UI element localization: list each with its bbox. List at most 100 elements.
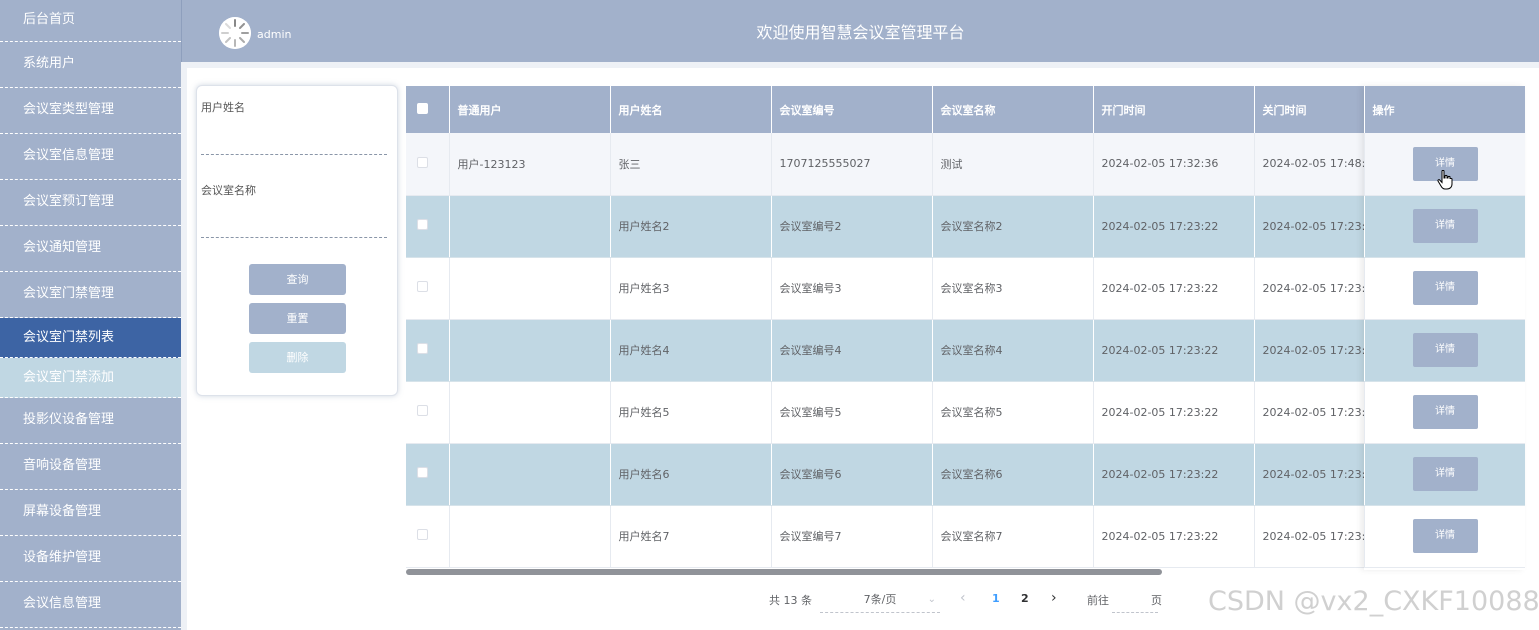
cell-open-time: 2024-02-05 17:32:36 bbox=[1093, 133, 1255, 196]
cell-user: 用户-123123 bbox=[449, 133, 611, 196]
cell-code: 会议室编号2 bbox=[771, 195, 933, 258]
cell-open-time: 2024-02-05 17:23:22 bbox=[1093, 381, 1255, 444]
sidebar-item-meeting-info[interactable]: 会议信息管理 bbox=[0, 582, 181, 628]
data-table: 普通用户 用户姓名 会议室编号 会议室名称 开门时间 关门时间 操作 用户-12… bbox=[406, 86, 1525, 570]
table-row[interactable]: 用户姓名2 会议室编号2 会议室名称2 2024-02-05 17:23:22 … bbox=[406, 195, 1525, 258]
cell-code: 会议室编号6 bbox=[771, 443, 933, 506]
row-checkbox[interactable] bbox=[417, 219, 428, 230]
cell-close-time: 2024-02-05 17:48:4 bbox=[1254, 133, 1365, 196]
horizontal-scrollbar[interactable] bbox=[406, 569, 1162, 575]
sidebar-item-screen[interactable]: 屏幕设备管理 bbox=[0, 490, 181, 536]
table-header-row: 普通用户 用户姓名 会议室编号 会议室名称 开门时间 关门时间 操作 bbox=[406, 86, 1525, 133]
table-row[interactable]: 用户姓名5 会议室编号5 会议室名称5 2024-02-05 17:23:22 … bbox=[406, 381, 1525, 444]
next-page-icon[interactable]: › bbox=[1051, 590, 1057, 606]
cell-user bbox=[449, 381, 611, 444]
cell-code: 1707125555027 bbox=[771, 133, 933, 196]
cell-room: 会议室名称6 bbox=[932, 443, 1094, 506]
cell-close-time: 2024-02-05 17:23:2 bbox=[1254, 319, 1365, 382]
hand-cursor-icon bbox=[1437, 170, 1453, 190]
sidebar-item-system-users[interactable]: 系统用户 bbox=[0, 42, 181, 88]
table-row[interactable]: 用户-123123 张三 1707125555027 测试 2024-02-05… bbox=[406, 133, 1525, 196]
row-checkbox[interactable] bbox=[417, 467, 428, 478]
table-row[interactable]: 用户姓名4 会议室编号4 会议室名称4 2024-02-05 17:23:22 … bbox=[406, 319, 1525, 382]
column-header: 操作 bbox=[1364, 86, 1525, 133]
table-row[interactable]: 用户姓名6 会议室编号6 会议室名称6 2024-02-05 17:23:22 … bbox=[406, 443, 1525, 506]
page-number-2[interactable]: 2 bbox=[1021, 592, 1029, 605]
cell-room: 会议室名称5 bbox=[932, 381, 1094, 444]
column-header[interactable]: 普通用户 bbox=[449, 86, 611, 133]
room-name-label: 会议室名称 bbox=[201, 184, 256, 197]
sidebar-item-room-info[interactable]: 会议室信息管理 bbox=[0, 134, 181, 180]
row-checkbox-cell[interactable] bbox=[406, 319, 450, 382]
sidebar-item-home[interactable]: 后台首页 bbox=[0, 0, 181, 42]
sidebar-item-access-control[interactable]: 会议室门禁管理 bbox=[0, 272, 181, 318]
column-header[interactable]: 用户姓名 bbox=[610, 86, 772, 133]
cell-room: 会议室名称3 bbox=[932, 257, 1094, 320]
column-header[interactable]: 会议室名称 bbox=[932, 86, 1094, 133]
column-header[interactable]: 关门时间 bbox=[1254, 86, 1365, 133]
detail-button[interactable]: 详情 bbox=[1412, 209, 1478, 243]
detail-button[interactable]: 详情 bbox=[1412, 395, 1478, 429]
cell-user bbox=[449, 257, 611, 320]
row-checkbox-cell[interactable] bbox=[406, 443, 450, 506]
sidebar-item-maintenance[interactable]: 设备维护管理 bbox=[0, 536, 181, 582]
cell-open-time: 2024-02-05 17:23:22 bbox=[1093, 505, 1255, 568]
row-checkbox-cell[interactable] bbox=[406, 505, 450, 568]
page-size-select[interactable]: 7条/页 ⌄ bbox=[820, 589, 940, 613]
header: admin 欢迎使用智慧会议室管理平台 bbox=[181, 0, 1539, 62]
row-checkbox-cell[interactable] bbox=[406, 195, 450, 258]
detail-button[interactable]: 详情 bbox=[1412, 519, 1478, 553]
sidebar-item-meeting-notice[interactable]: 会议通知管理 bbox=[0, 226, 181, 272]
sidebar-item-room-type[interactable]: 会议室类型管理 bbox=[0, 88, 181, 134]
sidebar-item-access-list[interactable]: 会议室门禁列表 bbox=[0, 318, 181, 358]
cell-user bbox=[449, 319, 611, 382]
column-header[interactable]: 会议室编号 bbox=[771, 86, 933, 133]
row-checkbox-cell[interactable] bbox=[406, 133, 450, 196]
row-checkbox[interactable] bbox=[417, 281, 428, 292]
cell-code: 会议室编号5 bbox=[771, 381, 933, 444]
sidebar-item-audio[interactable]: 音响设备管理 bbox=[0, 444, 181, 490]
cell-action: 详情 bbox=[1364, 381, 1525, 444]
row-checkbox-cell[interactable] bbox=[406, 381, 450, 444]
cell-close-time: 2024-02-05 17:23:2 bbox=[1254, 443, 1365, 506]
user-name-input[interactable] bbox=[201, 127, 387, 155]
cell-name: 用户姓名5 bbox=[610, 381, 772, 444]
select-all-checkbox[interactable] bbox=[417, 102, 428, 114]
row-checkbox-cell[interactable] bbox=[406, 257, 450, 320]
sidebar-item-room-booking[interactable]: 会议室预订管理 bbox=[0, 180, 181, 226]
detail-button[interactable]: 详情 bbox=[1412, 271, 1478, 305]
cell-close-time: 2024-02-05 17:23:2 bbox=[1254, 257, 1365, 320]
search-panel: 用户姓名 会议室名称 查询 重置 删除 bbox=[196, 85, 398, 396]
cell-action: 详情 bbox=[1364, 443, 1525, 506]
table-row[interactable]: 用户姓名7 会议室编号7 会议室名称7 2024-02-05 17:23:22 … bbox=[406, 505, 1525, 568]
row-checkbox[interactable] bbox=[417, 405, 428, 416]
row-checkbox[interactable] bbox=[417, 343, 428, 354]
delete-button[interactable]: 删除 bbox=[249, 342, 346, 373]
table-row[interactable]: 用户姓名3 会议室编号3 会议室名称3 2024-02-05 17:23:22 … bbox=[406, 257, 1525, 320]
reset-button[interactable]: 重置 bbox=[249, 303, 346, 334]
row-checkbox[interactable] bbox=[417, 156, 428, 168]
prev-page-icon[interactable]: ‹ bbox=[960, 590, 966, 606]
query-button[interactable]: 查询 bbox=[249, 264, 346, 295]
sidebar-item-access-add[interactable]: 会议室门禁添加 bbox=[0, 358, 181, 398]
cell-room: 会议室名称4 bbox=[932, 319, 1094, 382]
room-name-input[interactable] bbox=[201, 210, 387, 238]
page-title: 欢迎使用智慧会议室管理平台 bbox=[756, 23, 965, 42]
cell-name: 用户姓名7 bbox=[610, 505, 772, 568]
detail-button[interactable]: 详情 bbox=[1412, 333, 1478, 367]
cell-name: 用户姓名6 bbox=[610, 443, 772, 506]
cell-open-time: 2024-02-05 17:23:22 bbox=[1093, 257, 1255, 320]
cell-open-time: 2024-02-05 17:23:22 bbox=[1093, 443, 1255, 506]
user-name-label: 用户姓名 bbox=[201, 101, 245, 114]
cell-action: 详情 bbox=[1364, 319, 1525, 382]
detail-button[interactable]: 详情 bbox=[1412, 457, 1478, 491]
page-number-1[interactable]: 1 bbox=[992, 592, 1000, 605]
sidebar-item-projector[interactable]: 投影仪设备管理 bbox=[0, 398, 181, 444]
cell-action: 详情 bbox=[1364, 195, 1525, 258]
cell-close-time: 2024-02-05 17:23:2 bbox=[1254, 505, 1365, 568]
cell-close-time: 2024-02-05 17:23:2 bbox=[1254, 381, 1365, 444]
column-header[interactable]: 开门时间 bbox=[1093, 86, 1255, 133]
select-all-checkbox-cell[interactable] bbox=[406, 86, 450, 133]
cell-room: 会议室名称2 bbox=[932, 195, 1094, 258]
row-checkbox[interactable] bbox=[417, 529, 428, 540]
